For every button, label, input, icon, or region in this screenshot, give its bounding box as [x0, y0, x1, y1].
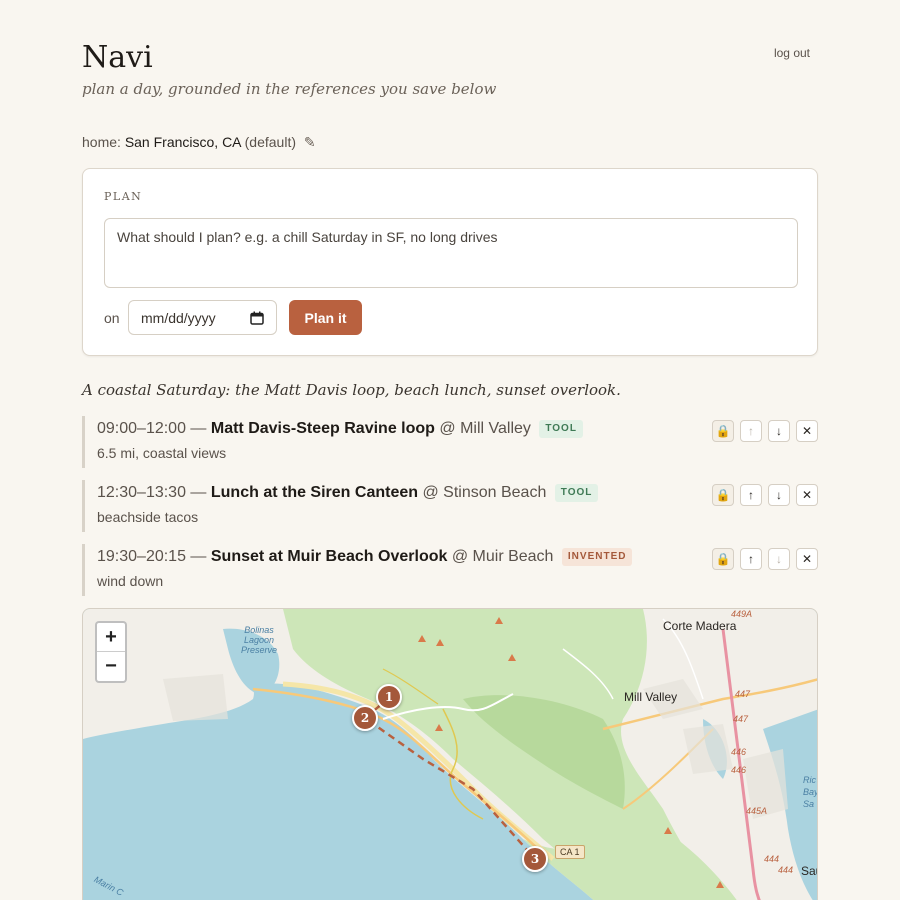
item-controls: 🔒 ↑ ↓ ✕: [712, 420, 818, 442]
zoom-out-button[interactable]: −: [97, 652, 125, 681]
zoom-control: + −: [95, 621, 127, 683]
move-down-button[interactable]: ↓: [768, 484, 790, 506]
logout-link[interactable]: log out: [774, 46, 810, 60]
remove-button[interactable]: ✕: [796, 420, 818, 442]
source-badge: INVENTED: [561, 548, 633, 566]
plan-section-label: PLAN: [104, 190, 143, 203]
date-input[interactable]: mm/dd/yyyy: [128, 300, 277, 335]
source-badge: TOOL: [554, 484, 599, 502]
item-controls: 🔒 ↑ ↓ ✕: [712, 484, 818, 506]
date-placeholder: mm/dd/yyyy: [141, 309, 216, 326]
move-up-button[interactable]: ↑: [740, 484, 762, 506]
plan-prompt-input[interactable]: [104, 218, 798, 288]
item-time: 09:00–12:00 —: [97, 420, 207, 437]
road-shield: 445A: [746, 806, 768, 816]
map-tiles: [83, 609, 817, 900]
remove-button[interactable]: ✕: [796, 548, 818, 570]
itinerary-item: 19:30–20:15 — Sunset at Muir Beach Overl…: [82, 544, 818, 596]
app-tagline: plan a day, grounded in the references y…: [82, 80, 497, 98]
zoom-in-button[interactable]: +: [97, 623, 125, 652]
itinerary-item: 12:30–13:30 — Lunch at the Siren Canteen…: [82, 480, 818, 532]
header: Navi plan a day, grounded in the referen…: [82, 40, 818, 100]
place-label: Sau: [801, 864, 817, 878]
road-shield: 449A: [731, 609, 753, 619]
item-location: @ Muir Beach: [451, 548, 554, 565]
home-label: home:: [82, 134, 121, 150]
move-up-button[interactable]: ↑: [740, 548, 762, 570]
item-note: 6.5 mi, coastal views: [97, 445, 227, 461]
place-label: Bolinas Lagoon Preserve: [240, 625, 277, 655]
home-location: home: San Francisco, CA (default) ✎: [82, 134, 316, 151]
lock-icon[interactable]: 🔒: [712, 484, 734, 506]
item-name: Matt Davis-Steep Ravine loop: [210, 420, 435, 437]
item-note: beachside tacos: [97, 509, 199, 525]
map-marker[interactable]: 3: [522, 846, 548, 872]
item-time: 19:30–20:15 —: [97, 548, 207, 565]
move-down-button[interactable]: ↓: [768, 548, 790, 570]
place-label: Ric: [803, 775, 816, 785]
app-title: Navi: [82, 40, 153, 75]
pencil-icon[interactable]: ✎: [304, 134, 316, 150]
move-up-button[interactable]: ↑: [740, 420, 762, 442]
source-badge: TOOL: [539, 420, 583, 438]
item-time: 12:30–13:30 —: [97, 484, 207, 501]
road-shield: 446: [731, 747, 747, 757]
place-label: Corte Madera: [663, 619, 737, 633]
item-note: wind down: [97, 573, 164, 589]
item-name: Lunch at the Siren Canteen: [210, 484, 419, 501]
home-default-tag: (default): [244, 134, 296, 150]
map[interactable]: + − Corte Madera Mill Valley Bolinas Lag…: [82, 608, 818, 900]
road-shield: CA 1: [555, 845, 585, 859]
on-label: on: [104, 310, 120, 326]
lock-icon[interactable]: 🔒: [712, 420, 734, 442]
move-down-button[interactable]: ↓: [768, 420, 790, 442]
road-shield: 447: [735, 689, 751, 699]
itinerary-summary: A coastal Saturday: the Matt Davis loop,…: [82, 381, 621, 399]
item-location: @ Stinson Beach: [422, 484, 547, 501]
plan-it-button[interactable]: Plan it: [289, 300, 362, 335]
calendar-icon[interactable]: [250, 311, 264, 325]
item-controls: 🔒 ↑ ↓ ✕: [712, 548, 818, 570]
item-location: @ Mill Valley: [439, 420, 531, 437]
item-name: Sunset at Muir Beach Overlook: [210, 548, 448, 565]
map-marker[interactable]: 1: [376, 684, 402, 710]
map-marker[interactable]: 2: [352, 705, 378, 731]
road-shield: 444: [778, 865, 794, 875]
lock-icon[interactable]: 🔒: [712, 548, 734, 570]
road-shield: 447: [733, 714, 749, 724]
road-shield: 444: [764, 854, 780, 864]
place-label: Bay: [803, 787, 818, 797]
remove-button[interactable]: ✕: [796, 484, 818, 506]
plan-card: PLAN on mm/dd/yyyy Plan it: [82, 168, 818, 356]
home-value: San Francisco, CA: [124, 134, 241, 150]
urban: [163, 674, 228, 721]
place-label: Mill Valley: [624, 690, 678, 704]
place-label: Sa: [803, 799, 815, 809]
itinerary-item: 09:00–12:00 — Matt Davis-Steep Ravine lo…: [82, 416, 818, 468]
road-shield: 446: [731, 765, 747, 775]
